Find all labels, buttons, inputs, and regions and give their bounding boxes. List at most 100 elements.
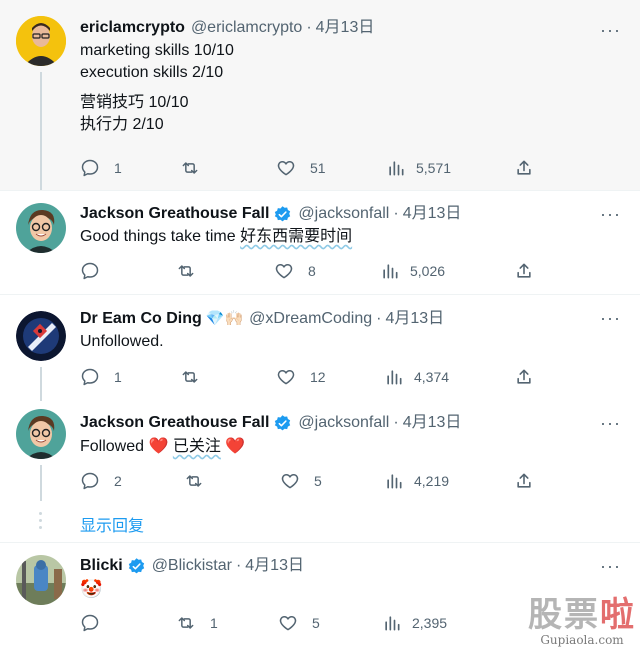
retweet-button[interactable] bbox=[180, 156, 214, 180]
retweet-icon bbox=[178, 617, 194, 629]
timestamp[interactable]: 4月13日 bbox=[245, 556, 304, 576]
tweet-header: Dr Eam Co Ding 💎🙌🏻 @xDreamCoding · 4月13日 bbox=[80, 309, 444, 329]
reply-icon bbox=[81, 262, 99, 280]
heart-emoji: ❤️ bbox=[148, 438, 169, 455]
tweet-text: Followed ❤️ 已关注 ❤️ bbox=[80, 436, 245, 458]
tweet-jacksonfall-reply[interactable]: Jackson Greathouse Fall @jacksonfall · 4… bbox=[0, 401, 640, 502]
view-count: 2,395 bbox=[412, 615, 448, 631]
tweet-jacksonfall[interactable]: Jackson Greathouse Fall @jacksonfall · 4… bbox=[0, 191, 640, 294]
action-bar: 1 5 2,395 bbox=[80, 611, 540, 635]
name-emoji: 💎🙌🏻 bbox=[205, 310, 244, 327]
share-icon bbox=[517, 369, 531, 384]
avatar[interactable] bbox=[16, 555, 66, 605]
timestamp[interactable]: 4月13日 bbox=[385, 309, 444, 329]
views-button[interactable]: 4,374 bbox=[384, 365, 449, 389]
retweet-icon bbox=[178, 265, 194, 277]
like-count: 8 bbox=[308, 263, 316, 279]
author-handle[interactable]: @ericlamcrypto bbox=[191, 18, 302, 38]
author-handle[interactable]: @xDreamCoding bbox=[249, 309, 372, 329]
author-handle[interactable]: @jacksonfall bbox=[298, 204, 389, 224]
author-name[interactable]: Blicki bbox=[80, 556, 123, 576]
separator: · bbox=[235, 557, 242, 574]
tweet-text-line: marketing skills 10/10 bbox=[80, 42, 234, 59]
verified-badge-icon bbox=[275, 414, 291, 430]
tweet-text-line: 营销技巧 10/10 bbox=[80, 94, 189, 111]
watermark-url: Gupiaola.com bbox=[540, 633, 624, 647]
thread-line bbox=[40, 72, 42, 190]
timestamp[interactable]: 4月13日 bbox=[403, 204, 462, 224]
author-name[interactable]: Jackson Greathouse Fall bbox=[80, 204, 269, 224]
like-button[interactable]: 51 bbox=[276, 156, 326, 180]
avatar[interactable] bbox=[16, 203, 66, 253]
views-button[interactable]: 2,395 bbox=[382, 611, 447, 635]
avatar[interactable] bbox=[16, 16, 66, 66]
views-button[interactable]: 5,571 bbox=[386, 156, 451, 180]
share-button[interactable] bbox=[514, 365, 534, 389]
reply-icon bbox=[81, 472, 99, 490]
verified-badge-icon bbox=[275, 205, 291, 221]
author-name[interactable]: Jackson Greathouse Fall bbox=[80, 413, 269, 433]
tweet-header: Jackson Greathouse Fall @jacksonfall · 4… bbox=[80, 204, 461, 224]
reply-count: 2 bbox=[114, 473, 122, 489]
tweet-text-en: Followed bbox=[80, 438, 149, 455]
more-options-icon[interactable]: ··· bbox=[600, 309, 620, 332]
view-count: 4,374 bbox=[414, 369, 450, 385]
views-button[interactable]: 5,026 bbox=[380, 259, 445, 283]
timestamp[interactable]: 4月13日 bbox=[403, 413, 462, 433]
tweet-text: Good things take time 好东西需要时间 bbox=[80, 226, 352, 248]
views-icon bbox=[383, 264, 398, 279]
reply-button[interactable] bbox=[80, 611, 114, 635]
share-button[interactable] bbox=[514, 156, 534, 180]
author-handle[interactable]: @jacksonfall bbox=[298, 413, 389, 433]
show-replies-link[interactable]: 显示回复 bbox=[80, 512, 144, 536]
more-options-icon[interactable]: ··· bbox=[600, 205, 620, 228]
watermark-text: 股票 bbox=[528, 595, 600, 635]
reply-button[interactable] bbox=[80, 259, 114, 283]
share-button[interactable] bbox=[514, 469, 534, 493]
separator: · bbox=[376, 310, 382, 327]
tweet-header: Blicki @Blickistar · 4月13日 bbox=[80, 556, 304, 576]
view-count: 4,219 bbox=[414, 473, 450, 489]
reply-button[interactable]: 1 bbox=[80, 156, 122, 180]
views-button[interactable]: 4,219 bbox=[384, 469, 449, 493]
avatar[interactable] bbox=[16, 409, 66, 459]
views-icon bbox=[389, 161, 404, 176]
tweet-text: marketing skills 10/10 execution skills … bbox=[80, 40, 234, 136]
tweet-text-cn: 好东西需要时间 bbox=[240, 228, 353, 245]
reply-icon bbox=[81, 159, 99, 177]
tweet-xdreamcoding[interactable]: Dr Eam Co Ding 💎🙌🏻 @xDreamCoding · 4月13日… bbox=[0, 295, 640, 401]
more-options-icon[interactable]: ··· bbox=[600, 21, 620, 44]
retweet-button[interactable] bbox=[180, 365, 214, 389]
more-options-icon[interactable]: ··· bbox=[600, 414, 620, 437]
share-icon bbox=[517, 263, 531, 278]
reply-button[interactable]: 2 bbox=[80, 469, 122, 493]
avatar[interactable] bbox=[16, 311, 66, 361]
view-count: 5,571 bbox=[416, 160, 452, 176]
share-button[interactable] bbox=[514, 259, 534, 283]
reply-button[interactable]: 1 bbox=[80, 365, 122, 389]
reply-icon bbox=[81, 614, 99, 632]
action-bar: 8 5,026 bbox=[80, 259, 540, 283]
retweet-button[interactable]: 1 bbox=[176, 611, 218, 635]
retweet-button[interactable] bbox=[176, 259, 210, 283]
thread-line bbox=[40, 465, 42, 501]
like-button[interactable]: 5 bbox=[280, 469, 322, 493]
author-name[interactable]: Dr Eam Co Ding bbox=[80, 309, 202, 329]
more-options-icon[interactable]: ··· bbox=[600, 557, 620, 580]
like-button[interactable]: 12 bbox=[276, 365, 326, 389]
watermark-text-accent: 啦 bbox=[600, 595, 636, 635]
like-count: 5 bbox=[312, 615, 320, 631]
author-name[interactable]: ericlamcrypto bbox=[80, 18, 185, 38]
author-handle[interactable]: @Blickistar bbox=[152, 556, 232, 576]
separator: · bbox=[393, 414, 399, 431]
like-button[interactable]: 5 bbox=[278, 611, 320, 635]
like-button[interactable]: 8 bbox=[274, 259, 316, 283]
action-bar: 2 5 4,219 bbox=[80, 469, 540, 493]
views-icon bbox=[385, 616, 400, 631]
like-count: 12 bbox=[310, 369, 326, 385]
timestamp[interactable]: 4月13日 bbox=[316, 18, 375, 38]
reply-count: 1 bbox=[114, 369, 122, 385]
retweet-button[interactable] bbox=[184, 469, 218, 493]
action-bar: 1 12 4,374 bbox=[80, 365, 540, 389]
tweet-ericlamcrypto[interactable]: ericlamcrypto @ericlamcrypto · 4月13日 ···… bbox=[0, 0, 640, 190]
